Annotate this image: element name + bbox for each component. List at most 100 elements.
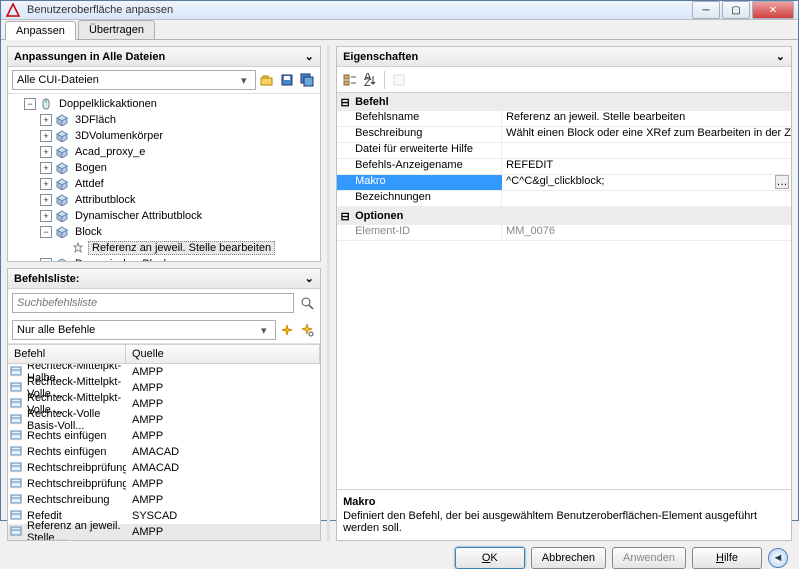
- apply-button[interactable]: Anwenden: [612, 547, 686, 569]
- maximize-button[interactable]: ▢: [722, 1, 750, 19]
- vertical-splitter[interactable]: [327, 46, 330, 541]
- ellipsis-button[interactable]: …: [775, 175, 789, 189]
- command-icon: [10, 461, 24, 475]
- search-input[interactable]: [12, 293, 294, 313]
- propertypages-button[interactable]: [390, 71, 408, 89]
- property-name: Datei für erweiterte Hilfe: [337, 143, 502, 158]
- property-row[interactable]: Datei für erweiterte Hilfe: [337, 143, 791, 159]
- list-item[interactable]: RechtschreibungAMPP: [8, 492, 320, 508]
- tree-expander[interactable]: −: [24, 98, 36, 110]
- col-quelle[interactable]: Quelle: [126, 345, 320, 363]
- tree-label: Acad_proxy_e: [72, 146, 148, 158]
- property-name: Makro: [337, 175, 502, 190]
- customizations-title: Anpassungen in Alle Dateien: [14, 51, 165, 63]
- tab-anpassen[interactable]: Anpassen: [5, 21, 76, 40]
- tree-item[interactable]: Referenz an jeweil. Stelle bearbeiten: [8, 240, 320, 256]
- save-file-button[interactable]: [278, 71, 296, 89]
- category-expander[interactable]: ⊟: [339, 210, 351, 223]
- tree-expander[interactable]: +: [40, 258, 52, 261]
- property-value[interactable]: [502, 143, 791, 158]
- property-value[interactable]: Referenz an jeweil. Stelle bearbeiten: [502, 111, 791, 126]
- tree-item[interactable]: + Attdef: [8, 176, 320, 192]
- list-item[interactable]: RechtschreibprüfungAMACAD: [8, 460, 320, 476]
- tree-expander[interactable]: −: [40, 226, 52, 238]
- tree-expander[interactable]: +: [40, 146, 52, 158]
- tree-label: Referenz an jeweil. Stelle bearbeiten: [88, 241, 275, 255]
- property-value[interactable]: Wählt einen Block oder eine XRef zum Bea…: [502, 127, 791, 142]
- tree-node-icon: [55, 209, 69, 223]
- property-row[interactable]: Befehls-AnzeigenameREFEDIT: [337, 159, 791, 175]
- tree-item[interactable]: + Bogen: [8, 160, 320, 176]
- command-icon: [10, 525, 24, 539]
- command-list[interactable]: Rechteck-Mittelpkt-Halbe...AMPPRechteck-…: [8, 364, 320, 540]
- tree-label: Block: [72, 226, 105, 238]
- property-value[interactable]: MM_0076: [502, 225, 791, 240]
- command-icon: [10, 429, 24, 443]
- tree-label: 3DFläch: [72, 114, 119, 126]
- minimize-button[interactable]: ─: [692, 1, 720, 19]
- customizations-tree[interactable]: −Doppelklickaktionen+3DFläch+3DVolumenkö…: [8, 94, 320, 261]
- alphabetical-button[interactable]: AZ: [361, 71, 379, 89]
- tree-expander[interactable]: +: [40, 210, 52, 222]
- list-item[interactable]: Referenz an jeweil. Stelle ...AMPP: [8, 524, 320, 540]
- help-button[interactable]: Hilfe: [692, 547, 762, 569]
- tree-item[interactable]: +3DVolumenkörper: [8, 128, 320, 144]
- search-icon[interactable]: [298, 294, 316, 312]
- category-expander[interactable]: ⊟: [339, 96, 351, 109]
- tree-item[interactable]: +Attributblock: [8, 192, 320, 208]
- list-item[interactable]: Rechts einfügenAMACAD: [8, 444, 320, 460]
- property-value[interactable]: ^C^C&gl_clickblock;…: [502, 175, 791, 190]
- tree-item[interactable]: +Dynamischer Block: [8, 256, 320, 261]
- list-item[interactable]: RechtschreibprüfungAMPP: [8, 476, 320, 492]
- filter-combo[interactable]: Nur alle Befehle ▾: [12, 320, 276, 340]
- tree-node-icon: [55, 257, 69, 261]
- property-category[interactable]: ⊟Befehl: [337, 93, 791, 111]
- tree-item[interactable]: − Doppelklickaktionen: [8, 96, 320, 112]
- ok-button[interactable]: OK: [455, 547, 525, 569]
- tree-item[interactable]: + Acad_proxy_e: [8, 144, 320, 160]
- commandlist-title: Befehlsliste:: [14, 273, 79, 285]
- tree-node-icon: [55, 161, 69, 175]
- close-button[interactable]: ✕: [752, 1, 794, 19]
- context-help-button[interactable]: ◄: [768, 548, 788, 568]
- tab-uebertragen[interactable]: Übertragen: [78, 20, 155, 39]
- property-row[interactable]: Makro^C^C&gl_clickblock;…: [337, 175, 791, 191]
- new-command-button[interactable]: [278, 321, 296, 339]
- tree-expander[interactable]: +: [40, 114, 52, 126]
- tree-expander[interactable]: +: [40, 162, 52, 174]
- tree-item[interactable]: − Block: [8, 224, 320, 240]
- titlebar: Benutzeroberfläche anpassen ─ ▢ ✕: [1, 1, 798, 20]
- list-item[interactable]: Rechts einfügenAMPP: [8, 428, 320, 444]
- categorized-button[interactable]: [341, 71, 359, 89]
- property-value[interactable]: REFEDIT: [502, 159, 791, 174]
- property-row[interactable]: BeschreibungWählt einen Block oder eine …: [337, 127, 791, 143]
- tree-item[interactable]: +Dynamischer Attributblock: [8, 208, 320, 224]
- tree-label: Doppelklickaktionen: [56, 98, 160, 110]
- cancel-button[interactable]: Abbrechen: [531, 547, 606, 569]
- tree-label: Attdef: [72, 178, 107, 190]
- tree-expander[interactable]: +: [40, 130, 52, 142]
- tree-item[interactable]: +3DFläch: [8, 112, 320, 128]
- col-befehl[interactable]: Befehl: [8, 345, 126, 363]
- tree-expander[interactable]: +: [40, 178, 52, 190]
- find-command-button[interactable]: [298, 321, 316, 339]
- command-icon: [10, 493, 24, 507]
- collapse-icon[interactable]: ⌄: [776, 50, 785, 63]
- property-row[interactable]: BefehlsnameReferenz an jeweil. Stelle be…: [337, 111, 791, 127]
- collapse-icon[interactable]: ⌄: [305, 272, 314, 285]
- property-value[interactable]: [502, 191, 791, 206]
- tree-label: Bogen: [72, 162, 110, 174]
- properties-grid[interactable]: ⊟BefehlBefehlsnameReferenz an jeweil. St…: [337, 93, 791, 489]
- app-icon: [5, 2, 21, 18]
- list-item[interactable]: Rechteck-Volle Basis-Voll...AMPP: [8, 412, 320, 428]
- collapse-icon[interactable]: ⌄: [305, 50, 314, 63]
- open-file-button[interactable]: [258, 71, 276, 89]
- tree-expander[interactable]: +: [40, 194, 52, 206]
- property-row[interactable]: Bezeichnungen: [337, 191, 791, 207]
- property-name: Beschreibung: [337, 127, 502, 142]
- property-category[interactable]: ⊟Optionen: [337, 207, 791, 225]
- cui-file-combo[interactable]: Alle CUI-Dateien ▾: [12, 70, 256, 90]
- svg-text:Z: Z: [364, 77, 371, 87]
- save-all-button[interactable]: [298, 71, 316, 89]
- property-row[interactable]: Element-IDMM_0076: [337, 225, 791, 241]
